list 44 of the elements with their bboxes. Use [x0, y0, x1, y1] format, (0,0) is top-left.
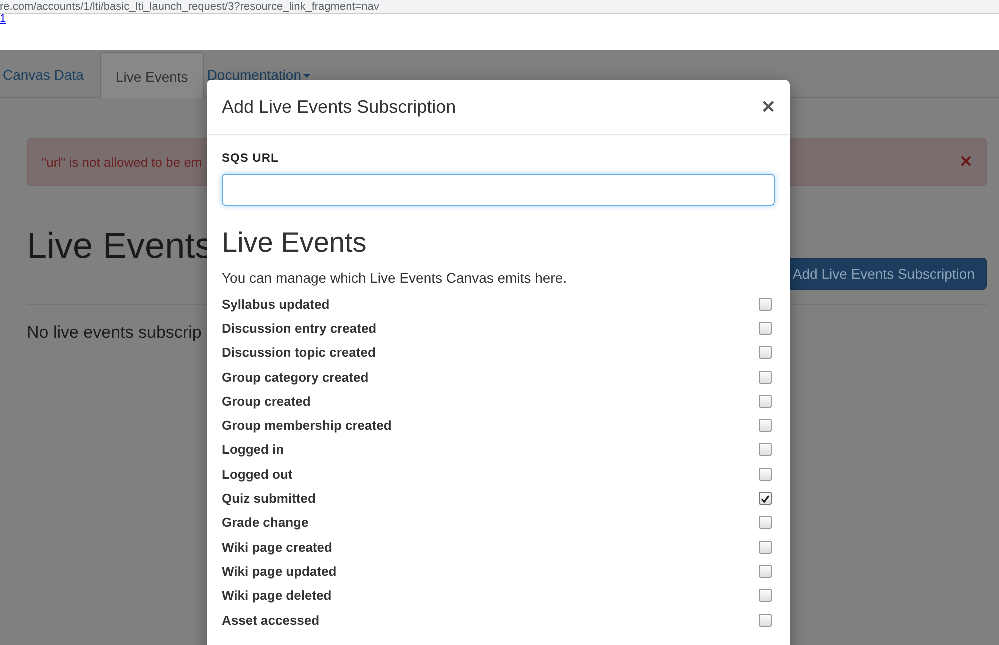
event-label: Wiki page updated: [222, 564, 337, 579]
alert-message: "url" is not allowed to be em: [42, 154, 202, 170]
event-label: Group created: [222, 394, 311, 409]
event-checkbox[interactable]: [759, 346, 772, 360]
event-label: Discussion entry created: [222, 320, 377, 336]
event-checkbox[interactable]: [759, 516, 772, 530]
field-label: SQS URL: [222, 151, 280, 165]
event-checkbox[interactable]: [759, 322, 772, 335]
section-heading: Live Events: [222, 226, 368, 260]
nav-tab[interactable]: Documentation: [204, 52, 328, 98]
event-checkbox[interactable]: [759, 614, 772, 626]
event-label: Group membership created: [222, 418, 392, 434]
nav-tab[interactable]: Canvas Data: [0, 52, 100, 98]
event-label: Group category created: [222, 370, 369, 385]
event-checkbox[interactable]: [759, 564, 772, 578]
sqs-url-input-field[interactable]: [222, 174, 775, 206]
event-checkbox[interactable]: [759, 394, 772, 408]
event-checkbox[interactable]: [759, 298, 772, 311]
address-bar[interactable]: re.com/accounts/1/lti/basic_lti_launch_request/3?resource_link_fragment=nav: [0, 0, 999, 14]
event-checkbox[interactable]: [759, 589, 772, 602]
empty-message: No live events subscrip: [27, 323, 202, 343]
event-label: Asset accessed: [222, 612, 320, 628]
event-checkbox[interactable]: [759, 468, 772, 481]
url-text: re.com/accounts/1/lti/basic_lti_launch_request/3?resource_link_fragment=nav: [0, 0, 380, 12]
event-label: Quiz submitted: [222, 491, 316, 506]
event-label: Wiki page created: [222, 540, 332, 555]
event-checkbox[interactable]: [759, 540, 772, 554]
description-text: You can manage which Live Events Canvas emits here.: [222, 270, 568, 286]
modal-title: Add Live Events Subscription: [222, 96, 456, 118]
event-label: Logged out: [222, 466, 293, 482]
event-label: Grade change: [222, 515, 309, 530]
event-checkbox[interactable]: [759, 492, 772, 506]
event-label: Wiki page deleted: [222, 588, 332, 604]
close-button[interactable]: ×: [762, 97, 775, 117]
close-icon[interactable]: ×: [960, 150, 972, 174]
caret-icon: [303, 74, 312, 78]
event-checkbox[interactable]: [759, 370, 772, 384]
page-link[interactable]: 1: [0, 14, 6, 24]
event-checkbox[interactable]: [759, 443, 772, 456]
event-checkbox[interactable]: [759, 419, 772, 432]
nav-tab[interactable]: Live Events: [100, 52, 204, 98]
event-label: Syllabus updated: [222, 296, 330, 312]
event-label: Discussion topic created: [222, 345, 376, 360]
event-label: Logged in: [222, 442, 284, 458]
